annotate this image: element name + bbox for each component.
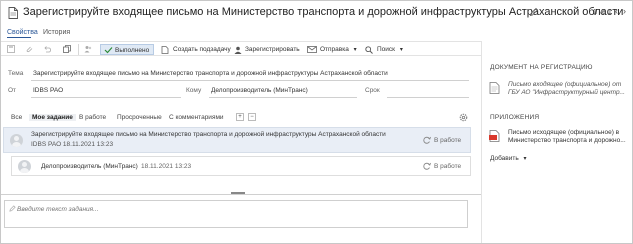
pencil-icon [9,205,16,212]
registration-document-line2: ГБУ АО "Инфраструктурный центр... [508,89,625,96]
add-attachment-button[interactable]: Добавить ▾ [490,155,527,162]
gear-icon[interactable] [459,113,468,122]
attachment-line2: Министерство транспорта и дорожно... [508,137,626,144]
collapse-all-icon[interactable]: − [248,113,256,121]
toolbar-divider [78,44,79,55]
theme-field[interactable]: Зарегистрируйте входящее письмо на Минис… [33,70,388,77]
chevron-down-icon: ▾ [523,156,527,162]
subtask-date: 18.11.2021 13:23 [141,163,192,170]
envelope-icon [307,46,317,53]
refresh-icon [423,136,431,144]
tab-properties[interactable]: Свойства [7,29,38,36]
registration-document-line1: Письмо входящее (официальное) от [508,81,622,88]
send-menu-label: Отправка [320,46,349,53]
refresh-icon [423,162,431,170]
undo-icon[interactable] [43,45,51,53]
task-window: Зарегистрируйте входящее письмо на Минис… [0,0,633,244]
avatar [10,134,23,147]
register-button[interactable]: Зарегистрировать [234,44,300,55]
done-button-label: Выполнено [115,47,150,54]
pager-next-icon[interactable]: › [623,6,626,16]
add-attachment-label: Добавить [490,155,519,162]
toolbar: Выполнено Создать подзадачу Зарегистриро… [1,41,481,56]
chevron-down-icon: ▾ [353,47,357,53]
right-pane: ДОКУМЕНТ НА РЕГИСТРАЦИЮ Письмо входящее … [481,41,632,243]
from-label: От [8,87,17,94]
theme-label: Тема [8,70,24,77]
filter-with-comments[interactable]: С комментариями [169,114,224,121]
to-field-underline [209,97,357,98]
document-icon [161,45,169,54]
theme-field-underline [31,80,469,81]
avatar [18,160,31,173]
tab-history[interactable]: История [43,29,70,36]
filter-overdue[interactable]: Просроченные [117,114,162,121]
attachment-link[interactable]: Письмо исходящее (официальное) в Министе… [508,129,626,145]
title-bar: Зарегистрируйте входящее письмо на Минис… [1,1,632,27]
create-subtask-button[interactable]: Создать подзадачу [161,44,231,55]
checkmark-icon [104,47,113,54]
task-card-sub[interactable]: Делопроизводитель (МинТранс) 18.11.2021 … [11,156,471,176]
deadline-label: Срок [365,87,380,94]
attach-icon[interactable] [25,45,33,53]
filter-in-progress[interactable]: В работе [79,114,106,121]
user-icon [234,46,242,54]
chevron-down-icon: ▾ [399,47,403,53]
filter-all[interactable]: Все [11,114,22,121]
edit-icon[interactable] [529,7,539,17]
copy-icon[interactable] [63,45,71,53]
status-badge: В работе [434,163,462,170]
users-icon[interactable] [84,45,92,53]
splitter [1,194,481,195]
pager-prev-icon[interactable]: ‹ [615,6,618,16]
attachment-line1: Письмо исходящее (официальное) в [508,129,620,136]
send-menu-button[interactable]: Отправка ▾ [307,44,357,55]
registration-document-link[interactable]: Письмо входящее (официальное) от ГБУ АО … [508,81,625,97]
search-menu-button[interactable]: Поиск ▾ [365,44,403,55]
deadline-field-underline [387,97,469,98]
comment-input[interactable] [17,204,457,214]
search-icon [365,45,373,54]
to-field[interactable]: Делопроизводитель (МинТранс) [211,87,308,94]
create-subtask-label: Создать подзадачу [173,46,231,53]
task-card-main[interactable]: Зарегистрируйте входящее письмо на Минис… [3,127,471,153]
attachments-heading: ПРИЛОЖЕНИЯ [490,114,540,121]
search-menu-label: Поиск [377,46,396,53]
document-icon [8,7,18,19]
active-tab-indicator [7,37,31,38]
filter-my-task[interactable]: Мое задание [29,114,76,121]
document-icon [489,82,500,94]
status-badge: В работе [434,137,462,144]
save-icon[interactable] [7,45,15,53]
pager-text: 1 из 1 [593,9,612,16]
done-button[interactable]: Выполнено [100,44,155,55]
subtask-author: Делопроизводитель (МинТранс) [41,163,138,170]
from-field[interactable]: IDBS РАО [33,87,63,94]
to-label: Кому [186,87,202,94]
register-label: Зарегистрировать [245,46,300,53]
expand-all-icon[interactable]: + [236,113,244,121]
task-title: Зарегистрируйте входящее письмо на Минис… [31,131,386,138]
task-meta: IDBS РАО 18.11.2021 13:23 [31,141,114,148]
splitter-handle[interactable] [231,192,245,194]
from-field-underline [31,97,181,98]
comment-box [4,200,468,228]
registration-heading: ДОКУМЕНТ НА РЕГИСТРАЦИЮ [490,64,593,71]
pdf-file-icon [489,130,500,142]
